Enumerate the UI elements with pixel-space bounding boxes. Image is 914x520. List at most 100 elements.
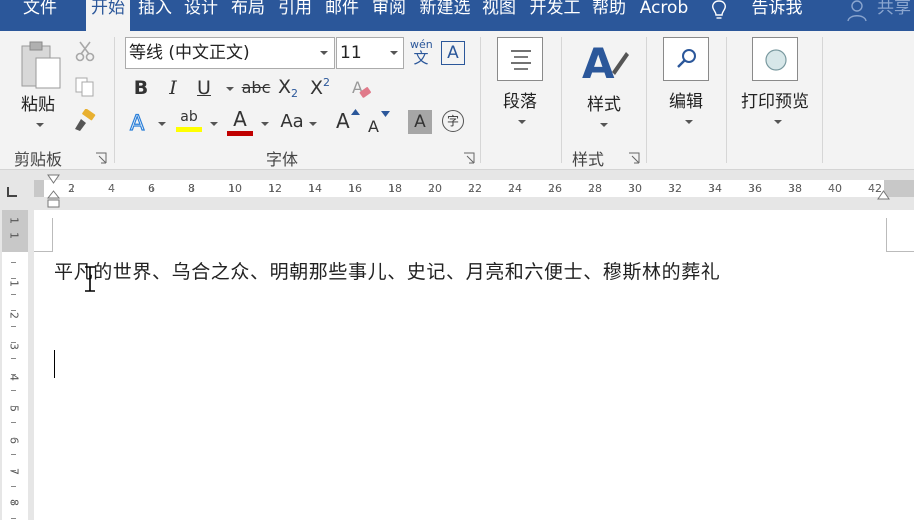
vertical-ruler-tick [11,326,16,327]
tab-design[interactable]: 设计 [180,0,222,31]
enclose-characters-button[interactable]: 字 [442,110,464,132]
margin-corner-right [886,218,887,252]
ruler-number: 38 [788,182,802,195]
tab-view[interactable]: 视图 [478,0,520,31]
tab-layout[interactable]: 布局 [227,0,269,31]
ruler-number: 14 [308,182,322,195]
highlight-button[interactable]: ab [176,107,202,137]
font-launcher-icon[interactable] [463,152,475,164]
tab-references[interactable]: 引用 [274,0,316,31]
grow-font-button[interactable]: A [336,109,360,135]
tab-developer[interactable]: 开发工 [524,0,586,31]
paste-dropdown[interactable] [36,123,44,127]
change-case-dropdown[interactable] [309,122,317,126]
superscript-x: X [310,77,324,99]
vertical-ruler-tick [11,374,16,375]
group-separator [646,37,647,163]
format-painter-icon[interactable] [72,109,98,133]
ruler-number: 16 [348,182,362,195]
underline-dropdown[interactable] [226,87,234,91]
ruler-number: 12 [268,182,282,195]
tab-mailings[interactable]: 邮件 [321,0,363,31]
superscript-button[interactable]: X2 [310,76,336,102]
document-text-line[interactable]: 平凡的世界、乌合之众、明朝那些事儿、史记、月亮和六便士、穆斯林的葬礼 [54,257,720,284]
print-preview-button[interactable] [752,37,798,81]
ruler-number: 22 [468,182,482,195]
editing-dropdown[interactable] [685,120,693,124]
editing-button[interactable] [663,37,709,81]
cut-icon[interactable] [74,40,96,62]
svg-text:A: A [130,111,145,135]
grow-font-letter: A [336,109,350,133]
tab-review[interactable]: 审阅 [368,0,410,31]
paragraph-dropdown[interactable] [518,120,526,124]
paragraph-icon [511,50,531,70]
share-button[interactable]: 共享 [874,0,914,31]
tab-acrobat[interactable]: Acrob [634,0,694,31]
bold-button[interactable]: B [129,76,153,100]
phonetic-guide-button[interactable]: wén 文 [410,39,433,67]
tab-home[interactable]: 开始 [86,0,130,31]
text-effects-icon[interactable]: A [128,110,152,136]
styles-label[interactable]: 样式 [582,90,626,115]
phonetic-bottom-text: 文 [413,49,429,67]
tab-stop-selector-icon[interactable] [6,186,18,198]
ruler-tick [192,186,193,191]
i-beam-cursor-icon [85,266,95,292]
shrink-font-button[interactable]: A [368,111,392,137]
tab-help[interactable]: 帮助 [588,0,630,31]
paste-label[interactable]: 粘贴 [20,90,56,115]
margin-corner-left [52,218,53,252]
font-name-dropdown[interactable] [320,51,328,55]
styles-launcher-icon[interactable] [628,152,640,164]
font-name-combo[interactable]: 等线 (中文正文) [125,37,335,69]
underline-button[interactable]: U [192,76,216,100]
subscript-button[interactable]: X2 [278,76,304,102]
ruler-tick [152,186,153,191]
font-size-dropdown[interactable] [390,51,398,55]
ruler-tick [832,186,833,191]
first-line-indent-marker[interactable] [47,174,60,184]
ruler-number: 36 [748,182,762,195]
lightbulb-icon[interactable] [710,0,728,22]
print-preview-label[interactable]: 打印预览 [735,87,815,112]
character-shading-button[interactable]: A [408,110,432,134]
ruler-tick [792,186,793,191]
ribbon: 粘贴 剪贴板 等线 (中文正文) 11 wén 文 A B I U abc X2… [0,31,914,170]
paragraph-label[interactable]: 段落 [497,87,543,112]
tell-me-search[interactable]: 告诉我 [746,0,808,31]
paragraph-button[interactable] [497,37,543,81]
clipboard-launcher-icon[interactable] [95,152,107,164]
tab-new-group[interactable]: 新建选 [414,0,476,31]
styles-icon[interactable]: A [582,38,630,86]
highlight-dropdown[interactable] [210,122,218,126]
highlight-text: ab [180,109,198,125]
editing-label[interactable]: 编辑 [663,87,709,112]
margin-corner-right [886,251,914,252]
vertical-ruler-tick [11,390,16,391]
vertical-ruler-number: 1 [7,217,21,224]
strikethrough-button[interactable]: abc [240,76,272,100]
text-effects-dropdown[interactable] [158,122,166,126]
ruler-tick [872,186,873,191]
highlight-color-bar [176,127,202,132]
font-color-button[interactable]: A [227,107,253,137]
change-case-button[interactable]: Aa [278,110,306,134]
tab-insert[interactable]: 插入 [134,0,176,31]
character-border-button[interactable]: A [441,41,465,65]
ruler-number: 24 [508,182,522,195]
print-preview-dropdown[interactable] [774,120,782,124]
styles-dropdown[interactable] [600,123,608,127]
copy-icon[interactable] [74,76,96,98]
vertical-ruler-tick [11,486,16,487]
clear-formatting-icon[interactable]: A [350,77,374,101]
hanging-indent-marker[interactable] [47,190,60,209]
vertical-ruler-tick [11,294,16,295]
margin-corner-left [34,251,53,252]
paste-icon[interactable] [20,40,64,92]
font-name-value: 等线 (中文正文) [129,43,250,63]
italic-button[interactable]: I [161,76,185,100]
clipboard-group-label: 剪贴板 [14,150,63,169]
font-color-dropdown[interactable] [261,122,269,126]
tab-file[interactable]: 文件 [20,0,60,31]
